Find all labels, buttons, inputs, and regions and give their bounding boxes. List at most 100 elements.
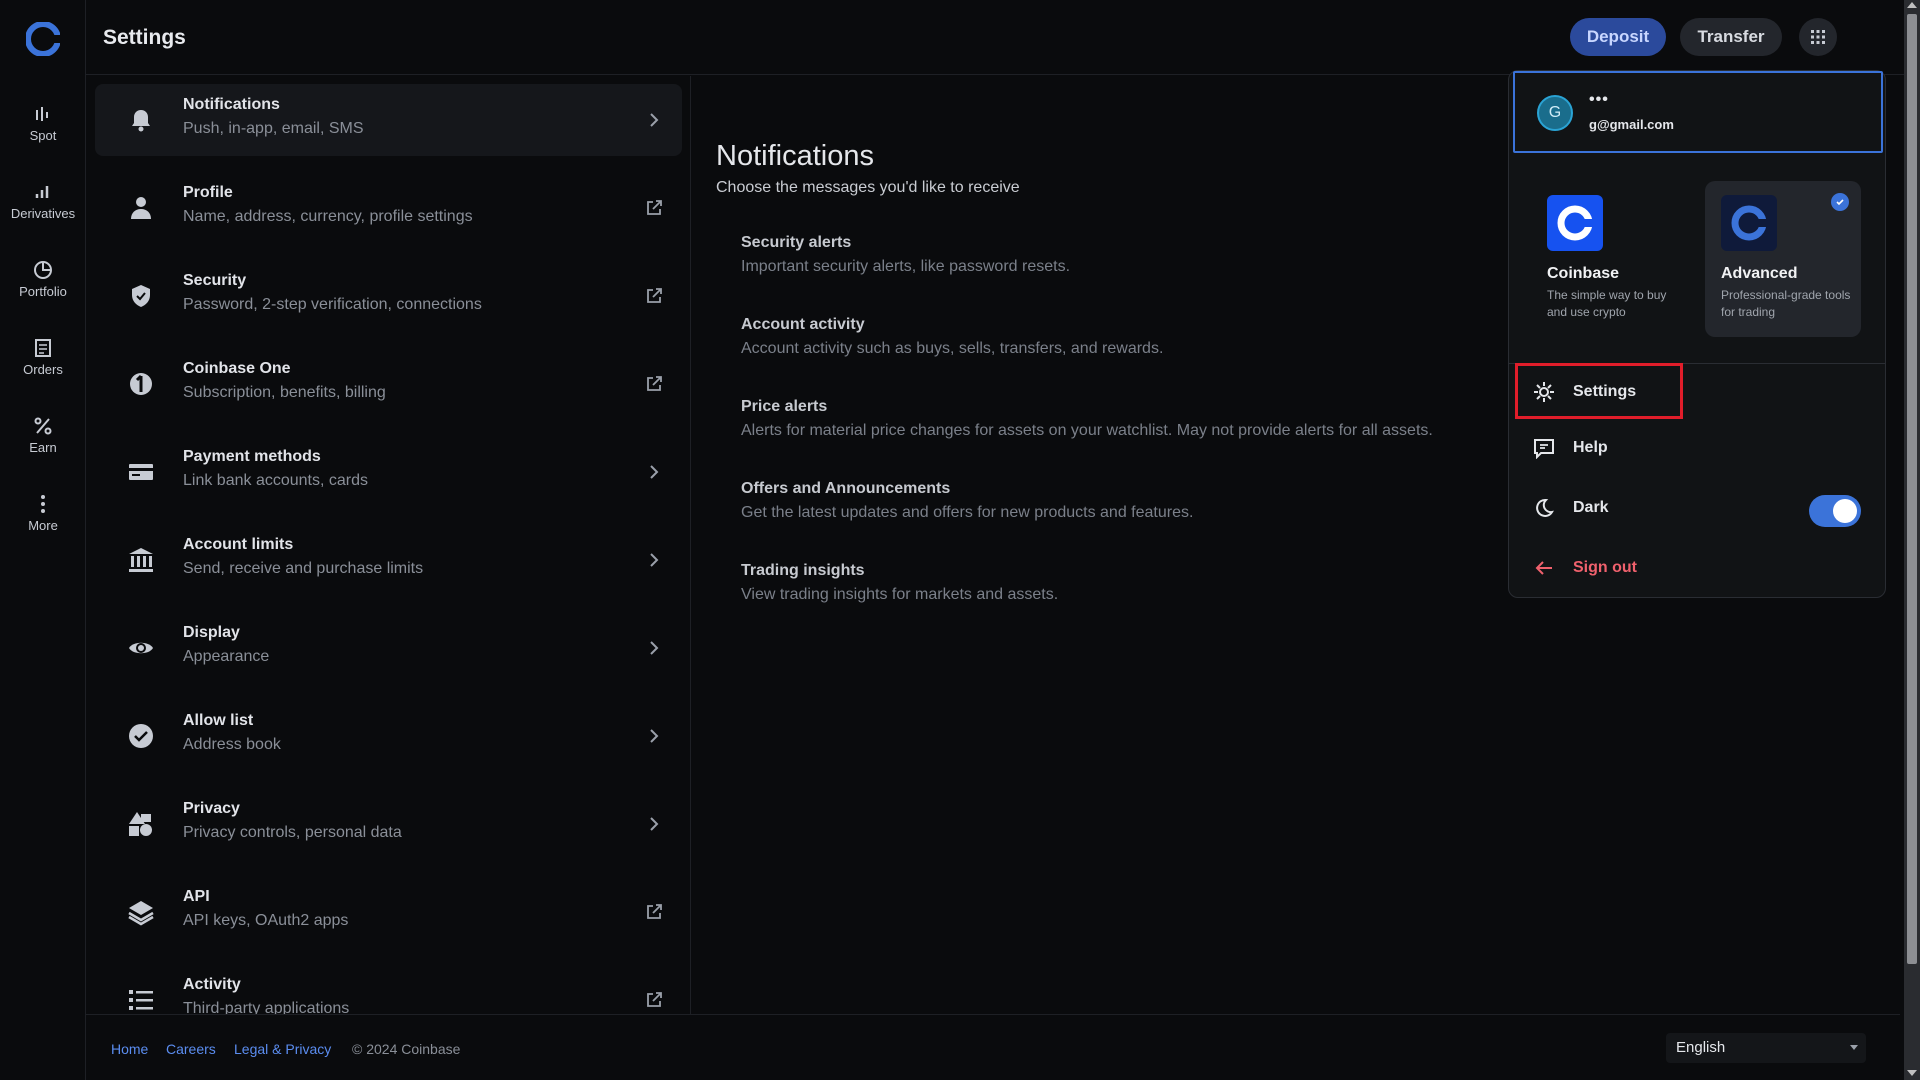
eye-icon: [129, 642, 153, 654]
settings-item-security[interactable]: Security Password, 2-step verification, …: [95, 260, 682, 332]
scroll-up-arrow-icon[interactable]: [1907, 2, 1917, 8]
rail-item-label: Derivatives: [10, 206, 76, 221]
settings-item-privacy[interactable]: Privacy Privacy controls, personal data: [95, 788, 682, 860]
settings-item-title: Display: [183, 624, 240, 641]
menu-item-dark-mode[interactable]: Dark: [1509, 483, 1885, 533]
rail-item-portfolio[interactable]: Portfolio: [0, 260, 86, 320]
account-email: g@gmail.com: [1589, 117, 1674, 132]
settings-item-title: API: [183, 888, 210, 905]
settings-item-subtitle: Address book: [183, 736, 281, 753]
notification-description: View trading insights for markets and as…: [741, 586, 1059, 603]
notification-option-trading-insights[interactable]: Trading insights View trading insights f…: [741, 562, 1058, 604]
footer-link-legal[interactable]: Legal & Privacy: [234, 1041, 331, 1057]
notification-option-security-alerts[interactable]: Security alerts Important security alert…: [741, 234, 1070, 276]
left-rail: Spot Derivatives Portfolio Orders Earn M…: [0, 0, 86, 1080]
settings-item-notifications[interactable]: Notifications Push, in-app, email, SMS: [95, 84, 682, 156]
orders-icon: [35, 339, 51, 357]
account-card[interactable]: G ••• g@gmail.com: [1513, 71, 1883, 153]
scroll-down-arrow-icon[interactable]: [1907, 1070, 1917, 1076]
rail-item-orders[interactable]: Orders: [0, 338, 86, 398]
help-chat-icon: [1534, 439, 1554, 459]
apps-grid-button[interactable]: [1799, 18, 1837, 56]
notification-option-offers[interactable]: Offers and Announcements Get the latest …: [741, 480, 1193, 522]
more-icon: [41, 495, 45, 513]
external-link-icon: [647, 200, 662, 215]
language-select[interactable]: English: [1666, 1033, 1866, 1063]
footer-link-home[interactable]: Home: [111, 1041, 148, 1057]
rail-item-earn[interactable]: Earn: [0, 416, 86, 476]
app-tile-coinbase[interactable]: Coinbase The simple way to buy and use c…: [1531, 181, 1687, 337]
settings-item-display[interactable]: Display Appearance: [95, 612, 682, 684]
moon-icon: [1536, 498, 1554, 517]
settings-item-subtitle: Privacy controls, personal data: [183, 824, 402, 841]
settings-item-subtitle: Third-party applications: [183, 1000, 350, 1014]
settings-item-title: Privacy: [183, 800, 240, 817]
menu-item-help[interactable]: Help: [1509, 423, 1885, 473]
settings-item-subtitle: Push, in-app, email, SMS: [183, 120, 364, 137]
toggle-knob: [1833, 499, 1857, 523]
settings-list: Notifications Push, in-app, email, SMS P…: [86, 76, 691, 1014]
transfer-button[interactable]: Transfer: [1680, 18, 1782, 56]
bank-icon: [129, 548, 153, 572]
rail-item-spot[interactable]: Spot: [0, 104, 86, 164]
menu-item-label: Help: [1573, 439, 1608, 456]
coinbase-one-icon: [130, 373, 152, 395]
app-name: Advanced: [1721, 265, 1798, 282]
rail-item-more[interactable]: More: [0, 494, 86, 554]
settings-item-payment-methods[interactable]: Payment methods Link bank accounts, card…: [95, 436, 682, 508]
content-subtitle: Choose the messages you'd like to receiv…: [716, 179, 1020, 196]
settings-item-account-limits[interactable]: Account limits Send, receive and purchas…: [95, 524, 682, 596]
layers-icon: [128, 901, 154, 926]
coinbase-app-logo-icon: [1547, 195, 1603, 251]
rail-item-derivatives[interactable]: Derivatives: [0, 182, 86, 242]
settings-item-api[interactable]: API API keys, OAuth2 apps: [95, 876, 682, 948]
notification-description: Important security alerts, like password…: [741, 258, 1071, 275]
settings-item-title: Activity: [183, 976, 241, 993]
external-link-icon: [647, 376, 662, 391]
check-circle-icon: [129, 724, 153, 748]
chevron-right-icon: [650, 817, 659, 831]
settings-item-title: Account limits: [183, 536, 294, 553]
settings-item-allow-list[interactable]: Allow list Address book: [95, 700, 682, 772]
advanced-app-logo-icon: [1721, 195, 1777, 251]
chevron-right-icon: [650, 553, 659, 567]
notification-title: Account activity: [741, 316, 865, 333]
settings-item-subtitle: Subscription, benefits, billing: [183, 384, 386, 401]
app-name: Coinbase: [1547, 265, 1620, 282]
settings-item-subtitle: Send, receive and purchase limits: [183, 560, 424, 577]
chevron-right-icon: [650, 641, 659, 655]
settings-item-profile[interactable]: Profile Name, address, currency, profile…: [95, 172, 682, 244]
notification-option-price-alerts[interactable]: Price alerts Alerts for material price c…: [741, 398, 1433, 440]
settings-item-title: Allow list: [183, 712, 254, 729]
person-icon: [131, 197, 151, 219]
rail-item-label: More: [28, 518, 58, 533]
header: Settings Deposit Transfer G: [86, 0, 1920, 75]
dark-mode-toggle[interactable]: [1809, 495, 1861, 527]
settings-item-activity[interactable]: Activity Third-party applications: [95, 964, 682, 1014]
deposit-button[interactable]: Deposit: [1570, 18, 1666, 56]
spot-icon: [36, 107, 48, 121]
coinbase-logo-icon[interactable]: [26, 22, 60, 56]
settings-item-coinbase-one[interactable]: Coinbase One Subscription, benefits, bil…: [95, 348, 682, 420]
scrollbar-thumb[interactable]: [1907, 14, 1917, 964]
settings-item-title: Notifications: [183, 96, 280, 113]
notification-title: Offers and Announcements: [741, 480, 951, 497]
bell-icon: [132, 110, 150, 132]
notification-description: Account activity such as buys, sells, tr…: [741, 340, 1164, 357]
notification-option-account-activity[interactable]: Account activity Account activity such a…: [741, 316, 1163, 358]
footer-link-careers[interactable]: Careers: [166, 1041, 216, 1057]
settings-highlight: [1515, 363, 1683, 419]
notification-title: Trading insights: [741, 562, 865, 579]
content-title: Notifications: [716, 140, 874, 172]
settings-item-subtitle: Appearance: [183, 648, 270, 665]
settings-item-subtitle: Link bank accounts, cards: [183, 472, 368, 489]
menu-item-sign-out[interactable]: Sign out: [1509, 543, 1885, 593]
notifications-panel: Notifications Choose the messages you'd …: [716, 140, 1020, 197]
language-value: English: [1676, 1039, 1726, 1056]
rail-item-label: Spot: [29, 128, 57, 143]
app-tile-advanced[interactable]: Advanced Professional-grade tools for tr…: [1705, 181, 1861, 337]
arrow-left-icon: [1535, 561, 1552, 575]
settings-item-subtitle: Password, 2-step verification, connectio…: [183, 296, 482, 313]
card-icon: [129, 464, 153, 480]
settings-item-title: Payment methods: [183, 448, 321, 465]
